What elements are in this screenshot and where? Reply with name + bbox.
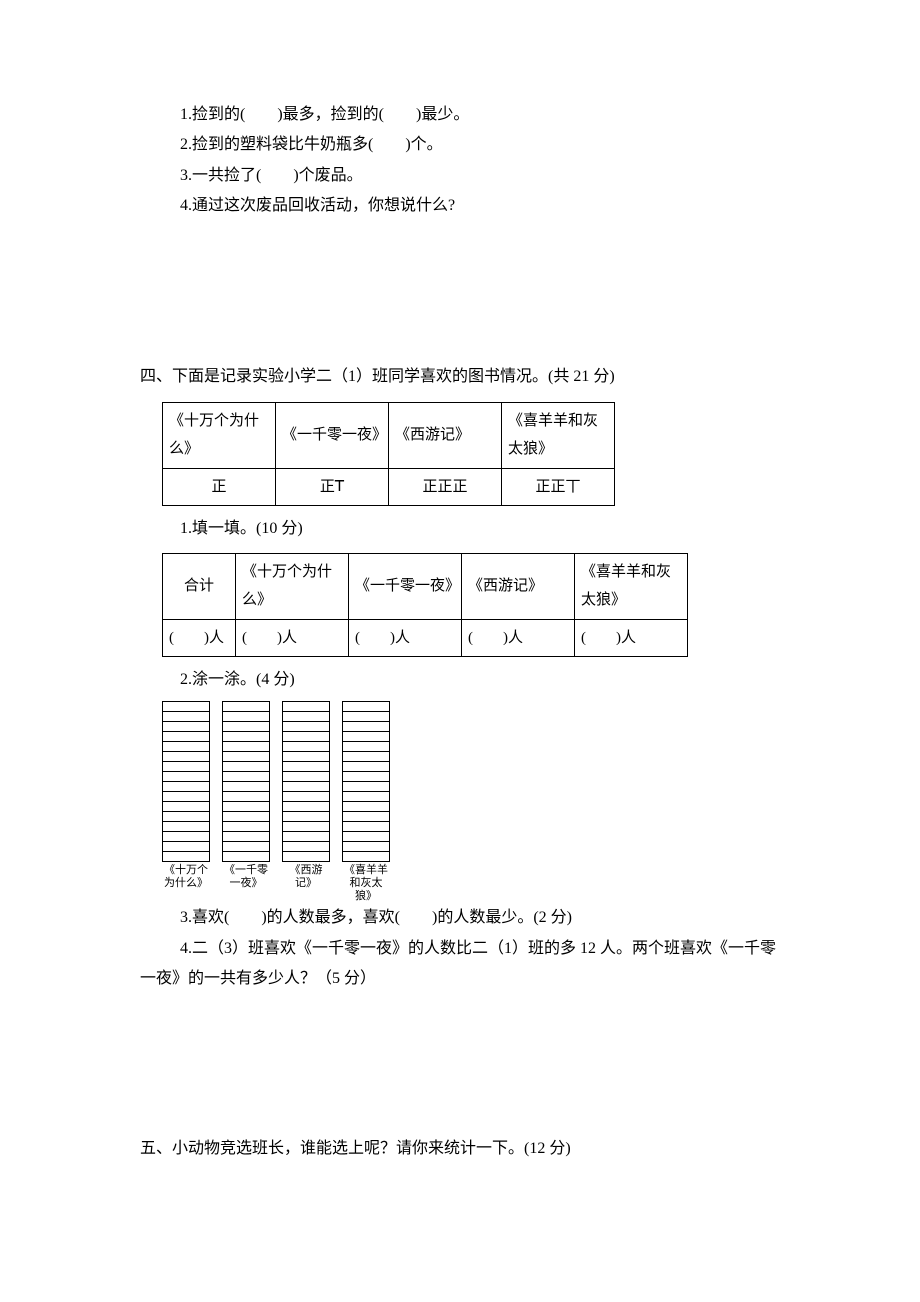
fill-table: 合计 《十万个为什么》 《一千零一夜》 《西游记》 《喜羊羊和灰太狼》 ( )人…: [162, 553, 688, 658]
section-4-heading: 四、下面是记录实验小学二（1）班同学喜欢的图书情况。(共 21 分): [140, 362, 780, 392]
tally-cell-4: 正正丅: [502, 468, 615, 506]
bar-col-4: [342, 702, 390, 862]
fill-blank-total: ( )人: [163, 619, 236, 657]
bar-col-1: [162, 702, 210, 862]
book-col-1: 《十万个为什么》: [163, 402, 276, 468]
bar-label-3: 《西游记》: [282, 864, 330, 904]
book-col-3: 《西游记》: [389, 402, 502, 468]
book-col-4: 《喜羊羊和灰太狼》: [502, 402, 615, 468]
s4-q4-line1: 4.二（3）班喜欢《一千零一夜》的人数比二（1）班的多 12 人。两个班喜欢《一…: [140, 934, 780, 964]
bar-grid-cell: [282, 851, 330, 862]
fill-header-total: 合计: [163, 553, 236, 619]
book-col-2: 《一千零一夜》: [276, 402, 389, 468]
fill-header-b3: 《西游记》: [462, 553, 575, 619]
q3-sub4: 4.通过这次废品回收活动，你想说什么?: [180, 191, 780, 221]
tally-table: 《十万个为什么》 《一千零一夜》 《西游记》 《喜羊羊和灰太狼》 正 正𝖳 正正…: [162, 402, 615, 507]
tally-cell-2: 正𝖳: [276, 468, 389, 506]
s4-q2-label: 2.涂一涂。(4 分): [140, 665, 780, 695]
bar-grid-cell: [342, 851, 390, 862]
bar-label-2: 《一千零一夜》: [222, 864, 270, 904]
bar-grid-cell: [162, 851, 210, 862]
q3-sub3: 3.一共捡了( )个废品。: [180, 161, 780, 191]
q3-sub1: 1.捡到的( )最多，捡到的( )最少。: [180, 100, 780, 130]
s4-q1-label: 1.填一填。(10 分): [140, 514, 780, 544]
bar-col-3: [282, 702, 330, 862]
fill-blank-4: ( )人: [575, 619, 688, 657]
bar-labels-row: 《十万个为什么》 《一千零一夜》 《西游记》 《喜羊羊和灰太狼》: [162, 864, 780, 904]
s4-q4-line2: 一夜》的一共有多少人？（5 分）: [140, 964, 780, 994]
fill-blank-2: ( )人: [349, 619, 462, 657]
fill-header-b2: 《一千零一夜》: [349, 553, 462, 619]
section-3-questions: 1.捡到的( )最多，捡到的( )最少。 2.捡到的塑料袋比牛奶瓶多( )个。 …: [140, 100, 780, 222]
q3-sub2: 2.捡到的塑料袋比牛奶瓶多( )个。: [180, 130, 780, 160]
bar-label-1: 《十万个为什么》: [162, 864, 210, 904]
fill-blank-1: ( )人: [236, 619, 349, 657]
tally-cell-3: 正正正: [389, 468, 502, 506]
tally-cell-1: 正: [163, 468, 276, 506]
bar-label-4: 《喜羊羊和灰太狼》: [342, 864, 390, 904]
bar-chart-grid: [162, 702, 780, 862]
s4-q3-line: 3.喜欢( )的人数最多，喜欢( )的人数最少。(2 分): [140, 903, 780, 933]
fill-header-b4: 《喜羊羊和灰太狼》: [575, 553, 688, 619]
bar-col-2: [222, 702, 270, 862]
fill-header-b1: 《十万个为什么》: [236, 553, 349, 619]
section-5-heading: 五、小动物竞选班长，谁能选上呢？请你来统计一下。(12 分): [140, 1134, 780, 1164]
fill-blank-3: ( )人: [462, 619, 575, 657]
bar-grid-cell: [222, 851, 270, 862]
